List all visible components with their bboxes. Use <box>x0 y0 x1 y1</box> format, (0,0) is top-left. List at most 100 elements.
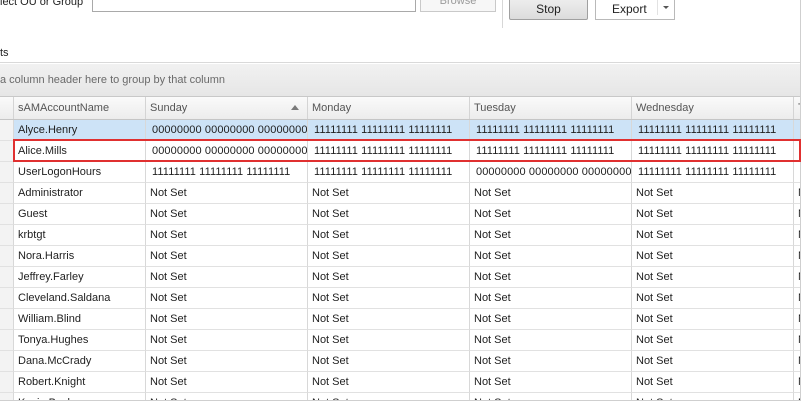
cell-sunday[interactable]: Not Set <box>146 393 308 400</box>
column-header-wednesday[interactable]: Wednesday <box>632 97 794 119</box>
row-indicator[interactable] <box>0 267 14 288</box>
table-row[interactable]: UserLogonHours 11111111 11111111 11111111… <box>0 162 800 183</box>
cell-thursday[interactable]: N <box>794 267 800 288</box>
chevron-down-icon[interactable] <box>663 6 669 9</box>
cell-thursday[interactable]: N <box>794 330 800 351</box>
cell-thursday[interactable]: N <box>794 183 800 204</box>
column-header-monday[interactable]: Monday <box>308 97 470 119</box>
table-row[interactable]: Administrator Not Set Not Set Not Set Not Se… <box>0 183 800 204</box>
cell-sunday[interactable]: Not Set <box>146 183 308 204</box>
cell-account-name[interactable]: Alyce.Henry <box>14 120 146 141</box>
row-indicator[interactable] <box>0 120 14 141</box>
cell-tuesday[interactable]: Not Set <box>470 204 632 225</box>
cell-thursday[interactable]: 1 <box>794 141 800 162</box>
table-row[interactable]: Dana.McCrady Not Set Not Set Not Set Not Set… <box>0 351 800 372</box>
cell-account-name[interactable]: Jeffrey.Farley <box>14 267 146 288</box>
table-row[interactable]: Alice.Mills 00000000 00000000 00000000 111… <box>0 141 800 162</box>
cell-monday[interactable]: Not Set <box>308 225 470 246</box>
cell-sunday[interactable]: Not Set <box>146 288 308 309</box>
cell-tuesday[interactable]: Not Set <box>470 372 632 393</box>
cell-monday[interactable]: 11111111 11111111 11111111 <box>308 141 470 162</box>
table-row[interactable]: krbtgtNot SetNot SetNot SetNot SetN <box>0 225 800 246</box>
cell-thursday[interactable]: N <box>794 204 800 225</box>
cell-tuesday[interactable]: Not Set <box>470 330 632 351</box>
cell-wednesday[interactable]: Not Set <box>632 372 794 393</box>
cell-thursday[interactable]: N <box>794 372 800 393</box>
cell-sunday[interactable]: Not Set <box>146 330 308 351</box>
cell-account-name[interactable]: Alice.Mills <box>14 141 146 162</box>
column-header-samaccountname[interactable]: sAMAccountName <box>14 97 146 119</box>
cell-monday[interactable]: Not Set <box>308 351 470 372</box>
cell-tuesday[interactable]: Not Set <box>470 309 632 330</box>
cell-wednesday[interactable]: Not Set <box>632 246 794 267</box>
browse-button[interactable]: Browse <box>420 0 496 12</box>
cell-tuesday[interactable]: Not Set <box>470 351 632 372</box>
row-indicator[interactable] <box>0 351 14 372</box>
table-row[interactable]: Cleveland.Saldana Not Set Not Set Not Set No… <box>0 288 800 309</box>
column-header-tuesday[interactable]: Tuesday <box>470 97 632 119</box>
row-indicator[interactable] <box>0 372 14 393</box>
cell-wednesday[interactable]: Not Set <box>632 183 794 204</box>
cell-thursday[interactable]: N <box>794 225 800 246</box>
cell-wednesday[interactable]: Not Set <box>632 288 794 309</box>
cell-monday[interactable]: 11111111 11111111 11111111 <box>308 162 470 183</box>
cell-thursday[interactable]: N <box>794 288 800 309</box>
cell-tuesday[interactable]: 11111111 11111111 11111111 <box>470 141 632 162</box>
ou-group-input[interactable] <box>92 0 416 12</box>
cell-account-name[interactable]: Tonya.Hughes <box>14 330 146 351</box>
cell-wednesday[interactable]: Not Set <box>632 330 794 351</box>
cell-sunday[interactable]: 00000000 00000000 00000000 <box>146 141 308 162</box>
cell-sunday[interactable]: 11111111 11111111 11111111 <box>146 162 308 183</box>
table-row[interactable]: Alyce.Henry 00000000 00000000 00000000 111… <box>0 120 800 141</box>
table-row[interactable]: Tonya.Hughes Not Set Not Set Not Set Not Set… <box>0 330 800 351</box>
row-indicator[interactable] <box>0 246 14 267</box>
cell-account-name[interactable]: krbtgt <box>14 225 146 246</box>
stop-button[interactable]: Stop <box>509 0 588 20</box>
table-row[interactable]: William.Blind Not Set Not Set Not Set Not Se… <box>0 309 800 330</box>
cell-wednesday[interactable]: Not Set <box>632 267 794 288</box>
cell-tuesday[interactable]: Not Set <box>470 225 632 246</box>
cell-monday[interactable]: Not Set <box>308 372 470 393</box>
table-row[interactable]: Jeffrey.Farley Not Set Not Set Not Set Not S… <box>0 267 800 288</box>
cell-sunday[interactable]: Not Set <box>146 225 308 246</box>
cell-thursday[interactable]: N <box>794 351 800 372</box>
cell-monday[interactable]: Not Set <box>308 393 470 400</box>
cell-wednesday[interactable]: 11111111 11111111 11111111 <box>632 120 794 141</box>
cell-tuesday[interactable]: Not Set <box>470 183 632 204</box>
cell-tuesday[interactable]: 00000000 00000000 00000000 <box>470 162 632 183</box>
cell-thursday[interactable]: N <box>794 393 800 400</box>
cell-tuesday[interactable]: 11111111 11111111 11111111 <box>470 120 632 141</box>
column-header-thursday[interactable]: T <box>794 97 800 119</box>
cell-sunday[interactable]: 00000000 00000000 00000000 <box>146 120 308 141</box>
cell-tuesday[interactable]: Not Set <box>470 267 632 288</box>
cell-monday[interactable]: Not Set <box>308 183 470 204</box>
cell-account-name[interactable]: William.Blind <box>14 309 146 330</box>
cell-account-name[interactable]: Cleveland.Saldana <box>14 288 146 309</box>
row-indicator[interactable] <box>0 288 14 309</box>
cell-thursday[interactable]: 1 <box>794 162 800 183</box>
cell-monday[interactable]: Not Set <box>308 288 470 309</box>
table-row[interactable]: Kevin.BeckerNot SetNot SetNot SetNot Set… <box>0 393 800 400</box>
row-indicator[interactable] <box>0 309 14 330</box>
cell-wednesday[interactable]: Not Set <box>632 204 794 225</box>
export-button[interactable]: Export <box>595 0 675 20</box>
cell-account-name[interactable]: Nora.Harris <box>14 246 146 267</box>
cell-account-name[interactable]: Kevin.Becker <box>14 393 146 400</box>
cell-monday[interactable]: Not Set <box>308 309 470 330</box>
row-indicator[interactable] <box>0 393 14 400</box>
cell-thursday[interactable]: 1 <box>794 120 800 141</box>
cell-wednesday[interactable]: Not Set <box>632 309 794 330</box>
cell-account-name[interactable]: UserLogonHours <box>14 162 146 183</box>
cell-wednesday[interactable]: Not Set <box>632 225 794 246</box>
cell-account-name[interactable]: Guest <box>14 204 146 225</box>
row-indicator[interactable] <box>0 162 14 183</box>
cell-monday[interactable]: Not Set <box>308 267 470 288</box>
row-indicator[interactable] <box>0 204 14 225</box>
group-by-panel[interactable]: a column header here to group by that co… <box>0 64 800 97</box>
table-row[interactable]: Robert.Knight Not Set Not Set Not Set Not Se… <box>0 372 800 393</box>
cell-wednesday[interactable]: 11111111 11111111 11111111 <box>632 162 794 183</box>
cell-wednesday[interactable]: 11111111 11111111 11111111 <box>632 141 794 162</box>
cell-sunday[interactable]: Not Set <box>146 204 308 225</box>
cell-sunday[interactable]: Not Set <box>146 351 308 372</box>
cell-sunday[interactable]: Not Set <box>146 309 308 330</box>
